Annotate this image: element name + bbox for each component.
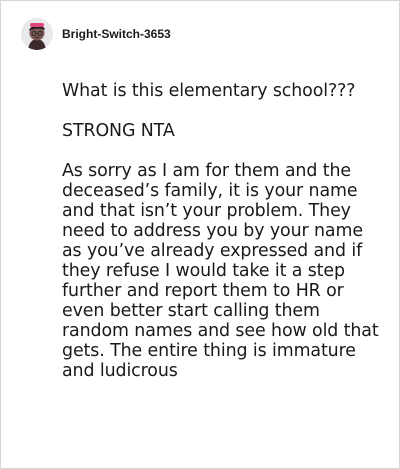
snoo-avatar-icon [21,18,53,50]
comment-header: Bright-Switch-3653 [21,17,171,51]
comment-paragraph: What is this elementary school??? [62,81,356,101]
avatar[interactable] [21,18,53,50]
comment-card: Bright-Switch-3653 What is this elementa… [0,0,400,469]
username[interactable]: Bright-Switch-3653 [62,27,171,41]
comment-paragraph: As sorry as I am for them and the deceas… [62,161,379,381]
comment-body: What is this elementary school??? STRONG… [62,81,382,381]
comment-paragraph: STRONG NTA [62,121,175,141]
